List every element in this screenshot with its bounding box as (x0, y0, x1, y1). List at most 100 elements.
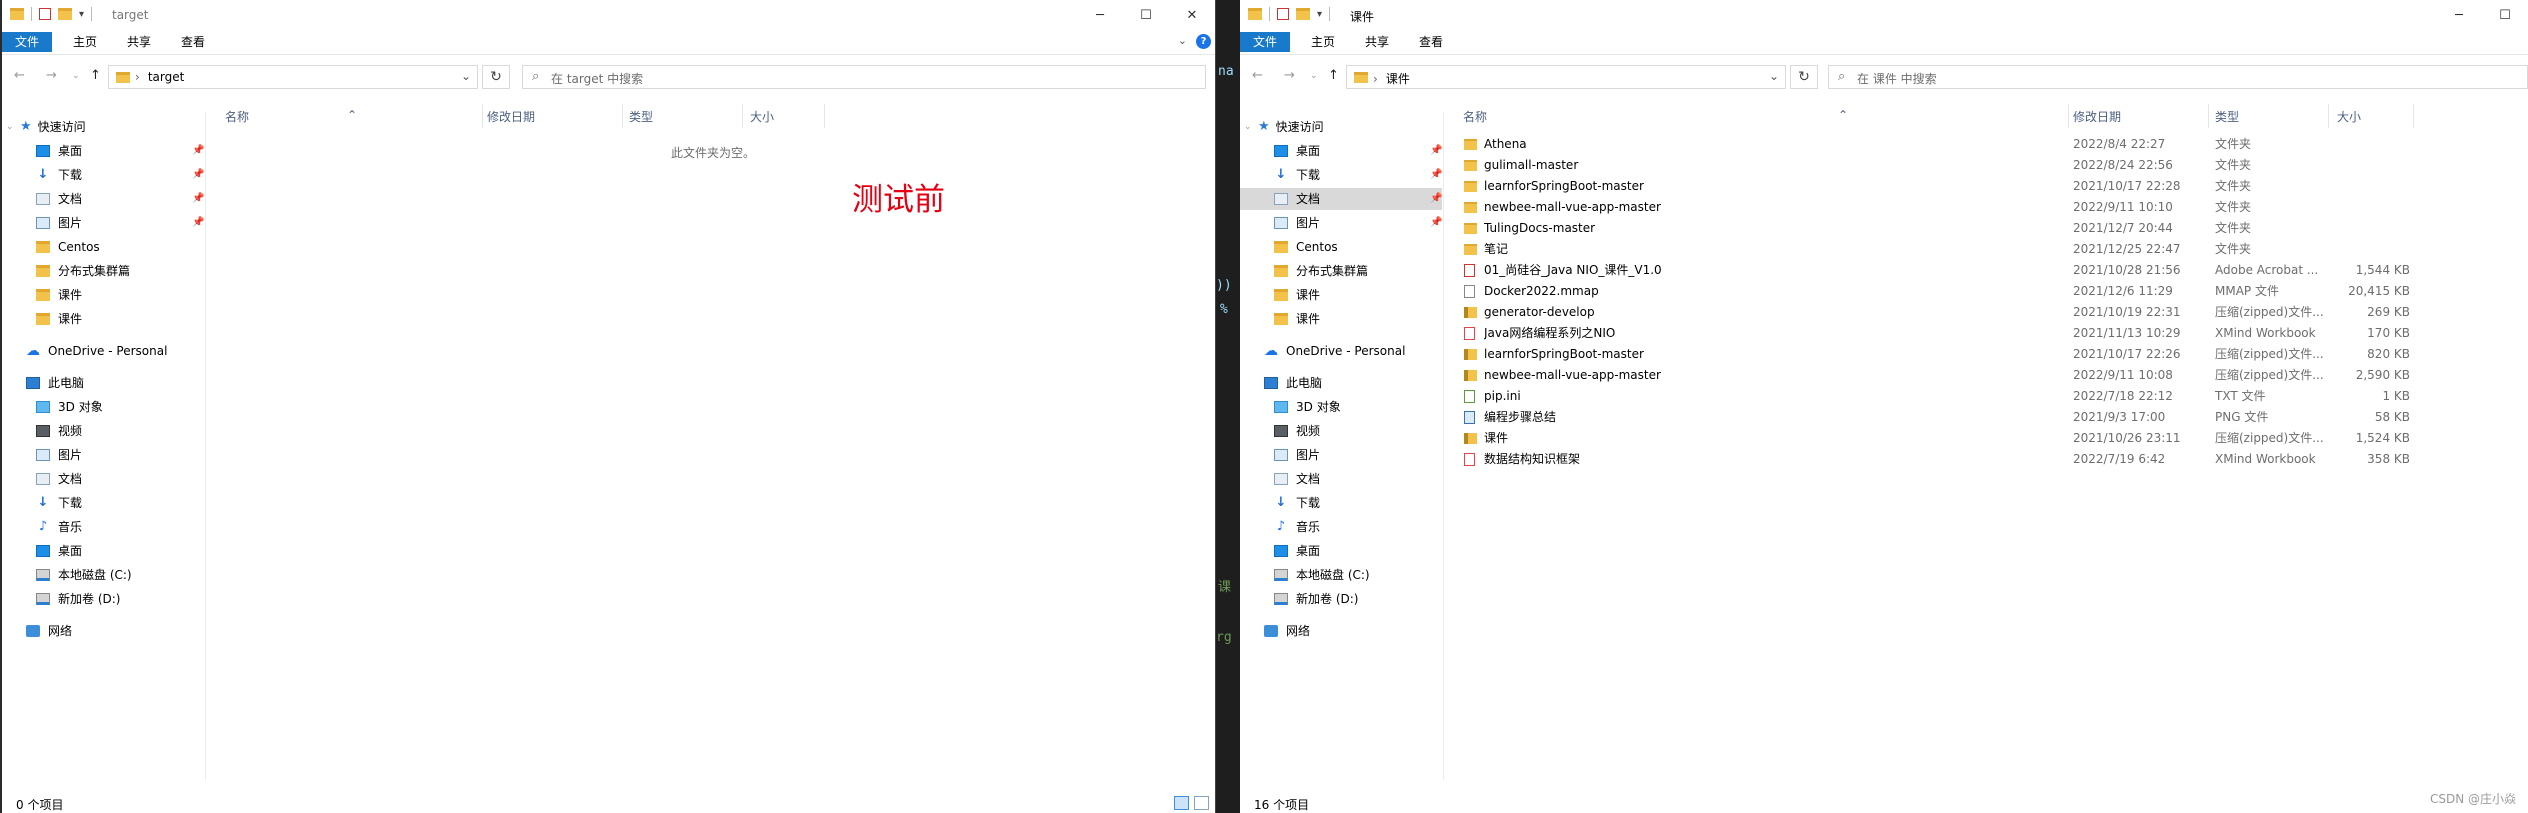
file-row[interactable]: learnforSpringBoot-master 2021/10/17 22:2… (1462, 176, 2432, 197)
properties-icon[interactable] (1277, 8, 1289, 20)
nav-item-drive-d[interactable]: 新加卷 (D:) (1274, 588, 1358, 610)
breadcrumb[interactable]: › target (135, 70, 184, 84)
properties-icon[interactable] (39, 8, 51, 20)
tab-file[interactable]: 文件 (1240, 32, 1291, 52)
file-row[interactable]: Docker2022.mmap 2021/12/6 11:29 MMAP 文件 20,… (1462, 281, 2432, 302)
column-divider[interactable] (622, 104, 623, 128)
nav-item-music[interactable]: ♪ 音乐 (36, 516, 82, 538)
column-name[interactable]: 名称 (225, 108, 249, 125)
file-row[interactable]: generator-develop 2021/10/19 22:31 压缩(zipp… (1462, 302, 2432, 323)
nav-item-pc-documents[interactable]: 文档 (1274, 468, 1320, 490)
nav-item-cluster[interactable]: 分布式集群篇 (1274, 260, 1368, 282)
back-icon[interactable]: ← (1252, 68, 1263, 83)
tab-share[interactable]: 共享 (1352, 32, 1402, 52)
nav-quick-access[interactable]: ⌄ ★ 快速访问 (6, 116, 86, 138)
nav-item-courseware-2[interactable]: 课件 (36, 308, 82, 330)
tab-view[interactable]: 查看 (168, 32, 218, 52)
file-row[interactable]: 笔记 2021/12/25 22:47 文件夹 (1462, 239, 2432, 260)
forward-icon[interactable]: → (46, 68, 57, 83)
column-divider[interactable] (742, 104, 743, 128)
column-size[interactable]: 大小 (750, 108, 774, 125)
chevron-down-icon[interactable]: ⌄ (1244, 116, 1252, 138)
nav-item-courseware[interactable]: 课件 (36, 284, 82, 306)
file-row[interactable]: gulimall-master 2022/8/24 22:56 文件夹 (1462, 155, 2432, 176)
pin-icon[interactable]: 📌 (1430, 145, 1442, 156)
tab-home[interactable]: 主页 (1298, 32, 1348, 52)
file-row[interactable]: Java网络编程系列之NIO 2021/11/13 10:29 XMind Work… (1462, 323, 2432, 344)
up-icon[interactable]: ↑ (1328, 68, 1339, 83)
chevron-down-icon[interactable]: ⌄ (6, 116, 14, 138)
back-icon[interactable]: ← (14, 68, 25, 83)
forward-icon[interactable]: → (1284, 68, 1295, 83)
maximize-button[interactable]: ☐ (1123, 0, 1169, 30)
column-divider[interactable] (482, 104, 483, 128)
maximize-button[interactable]: ☐ (2482, 0, 2528, 30)
nav-item-3d[interactable]: 3D 对象 (36, 396, 103, 418)
nav-item-music[interactable]: ♪ 音乐 (1274, 516, 1320, 538)
breadcrumb-target[interactable]: target (148, 70, 185, 84)
column-size[interactable]: 大小 (2337, 108, 2361, 125)
search-box[interactable]: ⌕ 在 课件 中搜索 (1828, 65, 2528, 89)
column-divider[interactable] (2328, 104, 2329, 128)
nav-network[interactable]: 网络 (1264, 620, 1310, 642)
nav-item-drive-c[interactable]: 本地磁盘 (C:) (1274, 564, 1370, 586)
file-row[interactable]: 课件 2021/10/26 23:11 压缩(zipped)文件... 1,524 K… (1462, 428, 2432, 449)
tab-view[interactable]: 查看 (1406, 32, 1456, 52)
breadcrumb[interactable]: › 课件 (1373, 70, 1410, 87)
nav-item-courseware-2[interactable]: 课件 (1274, 308, 1320, 330)
file-row[interactable]: newbee-mall-vue-app-master 2022/9/11 10:0… (1462, 365, 2432, 386)
nav-item-cluster[interactable]: 分布式集群篇 (36, 260, 130, 282)
tab-file[interactable]: 文件 (2, 32, 53, 52)
pin-icon[interactable]: 📌 (1430, 217, 1442, 228)
recent-dropdown-icon[interactable]: ⌄ (72, 71, 80, 81)
nav-item-downloads[interactable]: ↓ 下载 (36, 164, 82, 186)
nav-onedrive[interactable]: ☁ OneDrive - Personal (1264, 340, 1405, 362)
file-row[interactable]: newbee-mall-vue-app-master 2022/9/11 10:1… (1462, 197, 2432, 218)
details-view-icon[interactable] (1174, 796, 1189, 810)
column-divider[interactable] (2413, 104, 2414, 128)
nav-item-pc-documents[interactable]: 文档 (36, 468, 82, 490)
nav-item-documents[interactable]: 文档 (1240, 188, 1442, 210)
file-row[interactable]: 编程步骤总结 2021/9/3 17:00 PNG 文件 58 KB (1462, 407, 2432, 428)
nav-item-drive-c[interactable]: 本地磁盘 (C:) (36, 564, 132, 586)
nav-item-centos[interactable]: Centos (1274, 236, 1338, 258)
minimize-button[interactable]: ─ (1077, 0, 1123, 30)
nav-network[interactable]: 网络 (26, 620, 72, 642)
nav-this-pc[interactable]: 此电脑 (1264, 372, 1322, 394)
refresh-button[interactable]: ↻ (1790, 65, 1818, 89)
nav-item-documents[interactable]: 文档 (36, 188, 82, 210)
pin-icon[interactable]: 📌 (192, 193, 204, 204)
up-icon[interactable]: ↑ (90, 68, 101, 83)
file-row[interactable]: TulingDocs-master 2021/12/7 20:44 文件夹 (1462, 218, 2432, 239)
nav-item-pictures[interactable]: 图片 (1274, 212, 1320, 234)
expand-ribbon-icon[interactable]: ⌄ (1178, 34, 1187, 47)
column-divider[interactable] (2208, 104, 2209, 128)
nav-item-pc-downloads[interactable]: ↓ 下载 (36, 492, 82, 514)
pin-icon[interactable]: 📌 (1430, 169, 1442, 180)
chevron-down-icon[interactable]: ⌄ (461, 69, 471, 83)
nav-item-videos[interactable]: 视频 (1274, 420, 1320, 442)
pin-icon[interactable]: 📌 (192, 217, 204, 228)
nav-item-centos[interactable]: Centos (36, 236, 100, 258)
address-bar[interactable]: › 课件 ⌄ (1346, 65, 1786, 89)
new-folder-icon[interactable] (1296, 8, 1310, 20)
column-date[interactable]: 修改日期 (2073, 108, 2121, 125)
nav-onedrive[interactable]: ☁ OneDrive - Personal (26, 340, 167, 362)
column-type[interactable]: 类型 (2215, 108, 2239, 125)
close-button[interactable]: ✕ (1169, 0, 1215, 30)
nav-item-pc-desktop[interactable]: 桌面 (36, 540, 82, 562)
breadcrumb-courseware[interactable]: 课件 (1386, 72, 1410, 86)
nav-item-desktop[interactable]: 桌面 (1274, 140, 1320, 162)
chevron-down-icon[interactable]: ⌄ (1769, 69, 1779, 83)
search-box[interactable]: ⌕ 在 target 中搜索 (522, 65, 1206, 89)
new-folder-icon[interactable] (58, 8, 72, 20)
column-date[interactable]: 修改日期 (487, 108, 535, 125)
refresh-button[interactable]: ↻ (482, 65, 510, 89)
nav-item-downloads[interactable]: ↓ 下载 (1274, 164, 1320, 186)
column-divider[interactable] (2068, 104, 2069, 128)
file-row[interactable]: learnforSpringBoot-master 2021/10/17 22:2… (1462, 344, 2432, 365)
customize-toolbar-icon[interactable]: ▾ (1317, 9, 1322, 20)
nav-item-desktop[interactable]: 桌面 (36, 140, 82, 162)
nav-item-videos[interactable]: 视频 (36, 420, 82, 442)
nav-item-pictures[interactable]: 图片 (36, 212, 82, 234)
